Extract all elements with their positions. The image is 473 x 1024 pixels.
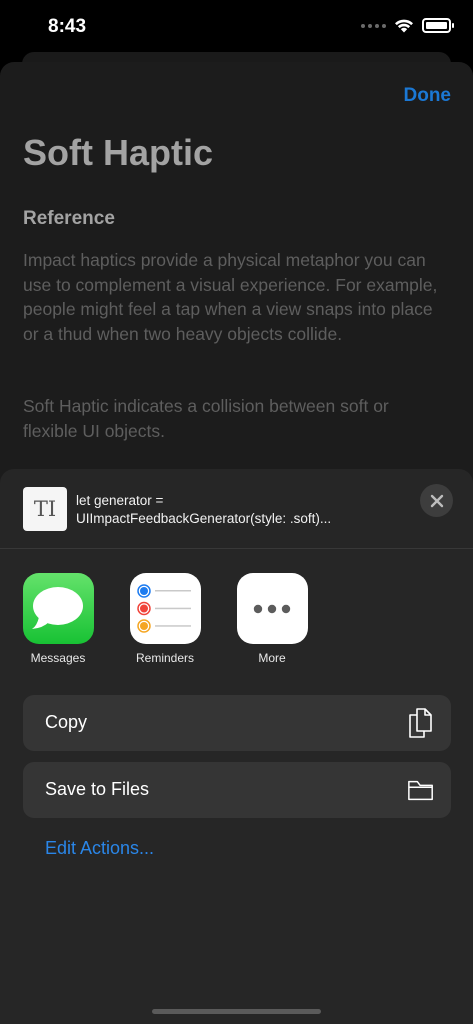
folder-icon: [408, 780, 433, 801]
share-app-more[interactable]: More: [227, 573, 317, 665]
preview-line-1: let generator =: [76, 493, 164, 508]
description-paragraph-2: Soft Haptic indicates a collision betwee…: [23, 396, 389, 441]
app-label: More: [258, 651, 286, 665]
cellular-dots-icon: [361, 23, 386, 28]
status-icons: [361, 18, 454, 33]
share-preview-header: TI let generator = UIImpactFeedbackGener…: [0, 469, 473, 549]
section-heading: Reference: [23, 208, 115, 229]
thumb-text: TI: [33, 497, 57, 521]
save-to-files-action[interactable]: Save to Files: [23, 762, 451, 818]
copy-action[interactable]: Copy: [23, 695, 451, 751]
status-time: 8:43: [48, 16, 87, 37]
share-app-messages[interactable]: Messages: [13, 573, 103, 665]
wifi-icon: [395, 19, 413, 33]
app-label: Messages: [30, 651, 86, 665]
share-sheet: TI let generator = UIImpactFeedbackGener…: [0, 469, 473, 1024]
share-app-reminders[interactable]: Reminders: [120, 573, 210, 665]
copy-action-label: Copy: [45, 712, 88, 732]
copy-icon: [409, 708, 432, 738]
battery-icon: [422, 18, 454, 33]
description-paragraph: Impact haptics provide a physical metaph…: [23, 250, 438, 344]
reminders-icon: [129, 573, 201, 644]
more-icon: [236, 573, 308, 644]
share-preview-text: let generator = UIImpactFeedbackGenerato…: [76, 492, 396, 528]
home-indicator[interactable]: [152, 1009, 321, 1014]
share-apps-row: Messages Reminders More: [0, 573, 473, 673]
text-document-icon: TI: [23, 487, 67, 531]
preview-line-2: UIImpactFeedbackGenerator(style: .soft).…: [76, 511, 332, 526]
app-label: Reminders: [135, 651, 195, 665]
close-button[interactable]: [420, 484, 453, 517]
page-title: Soft Haptic: [23, 132, 214, 173]
status-bar: 8:43: [0, 0, 473, 52]
close-icon: [430, 494, 443, 507]
edit-actions-link[interactable]: Edit Actions...: [45, 838, 154, 859]
done-button[interactable]: Done: [404, 85, 452, 107]
messages-icon: [22, 573, 94, 644]
save-to-files-label: Save to Files: [45, 779, 150, 799]
